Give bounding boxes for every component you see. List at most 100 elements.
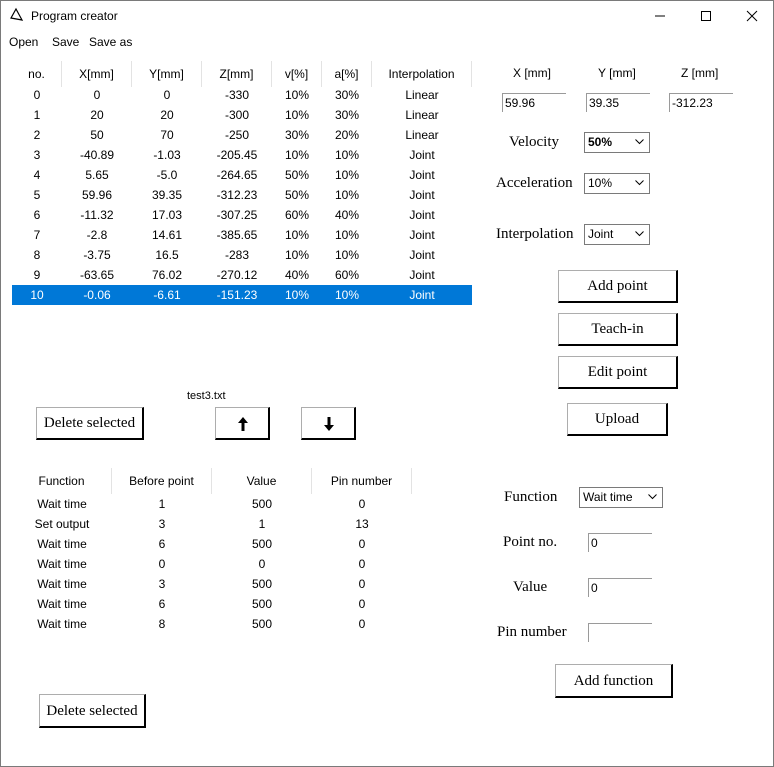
points-column-header: v[%] [272,61,322,87]
points-table-row[interactable]: 5 59.96 39.35 -312.23 50% 10% Joint [12,185,472,205]
points-table[interactable]: no. X[mm] Y[mm] Z[mm] v[%] a[%] Interpolation 0… [12,61,472,309]
function-select[interactable]: Wait time [579,487,663,508]
functions-table-cell: 0 [358,597,366,611]
title-bar: Program creator [1,1,773,31]
chevron-down-icon [635,231,644,237]
points-table-row[interactable]: 3 -40.89 -1.03 -205.45 10% 10% Joint [12,145,472,165]
functions-table-row[interactable]: Wait time 1 500 0 [12,494,412,514]
functions-table-row[interactable]: Wait time 8 500 0 [12,614,412,634]
menu-save-as[interactable]: Save as [89,35,132,49]
points-table-cell: -330 [224,88,250,102]
minimize-button[interactable] [637,1,683,31]
points-column-header: Y[mm] [132,61,202,87]
points-table-row[interactable]: 4 5.65 -5.0 -264.65 50% 10% Joint [12,165,472,185]
functions-table-cell: 6 [158,537,166,551]
point-no-input[interactable]: 0 [588,533,652,552]
points-table-row[interactable]: 7 -2.8 14.61 -385.65 10% 10% Joint [12,225,472,245]
points-column-header: a[%] [322,61,372,87]
points-table-cell: 1 [33,108,41,122]
delete-selected-functions-button[interactable]: Delete selected [39,694,146,728]
points-table-cell: Joint [409,208,435,222]
points-table-cell: Joint [409,248,435,262]
pin-number-input[interactable] [588,623,652,642]
points-table-cell: 10% [334,228,360,242]
points-table-cell: 3 [33,148,41,162]
functions-table-cell: 3 [158,577,166,591]
acceleration-select[interactable]: 10% [584,173,650,194]
x-label: X [mm] [513,66,551,80]
value-input[interactable]: 0 [588,578,652,597]
points-table-cell: -151.23 [216,288,258,302]
points-table-cell: Joint [409,168,435,182]
points-column-header: Interpolation [372,61,472,87]
menu-save[interactable]: Save [52,35,79,49]
points-table-row[interactable]: 0 0 0 -330 10% 30% Linear [12,85,472,105]
x-input[interactable]: 59.96 [502,93,566,112]
points-table-cell: Joint [409,288,435,302]
points-table-cell: 0 [33,88,41,102]
points-table-cell: 14.61 [151,228,183,242]
move-down-button[interactable] [301,407,356,440]
functions-table-row[interactable]: Wait time 6 500 0 [12,594,412,614]
functions-column-header: Value [212,468,312,494]
points-table-cell: 40% [284,268,310,282]
upload-button[interactable]: Upload [567,403,668,436]
points-table-row[interactable]: 10 -0.06 -6.61 -151.23 10% 10% Joint [12,285,472,305]
arrow-up-icon [238,417,248,431]
functions-table-row[interactable]: Wait time 0 0 0 [12,554,412,574]
move-up-button[interactable] [215,407,270,440]
points-table-cell: 50% [284,188,310,202]
points-table-cell: -63.65 [79,268,115,282]
maximize-icon [701,11,711,21]
app-triangle-icon [9,7,25,23]
interpolation-select[interactable]: Joint [584,224,650,245]
points-table-cell: 10% [284,148,310,162]
points-table-cell: Joint [409,268,435,282]
add-point-button[interactable]: Add point [558,270,678,303]
teach-in-button[interactable]: Teach-in [558,313,678,346]
points-table-cell: 59.96 [81,188,113,202]
points-table-cell: 16.5 [155,248,179,262]
functions-table[interactable]: Function Before point Value Pin number Wait … [12,468,412,638]
maximize-button[interactable] [683,1,729,31]
functions-table-cell: 0 [358,617,366,631]
add-function-button[interactable]: Add function [555,664,673,698]
functions-table-cell: Set output [34,517,90,531]
function-value: Wait time [583,490,633,504]
z-input[interactable]: -312.23 [669,93,733,112]
velocity-value: 50% [588,135,613,149]
points-table-cell: 4 [33,168,41,182]
points-table-cell: 10% [334,188,360,202]
velocity-select[interactable]: 50% [584,132,650,153]
functions-table-row[interactable]: Set output 3 1 13 [12,514,412,534]
points-table-row[interactable]: 2 50 70 -250 30% 20% Linear [12,125,472,145]
functions-table-row[interactable]: Wait time 3 500 0 [12,574,412,594]
teach-in-label: Teach-in [591,321,644,337]
functions-table-cell: 0 [358,537,366,551]
delete-selected-points-button[interactable]: Delete selected [36,407,144,440]
functions-table-cell: 8 [158,617,166,631]
functions-table-cell: 500 [251,617,273,631]
y-input[interactable]: 39.35 [586,93,650,112]
menu-open[interactable]: Open [9,35,38,49]
functions-table-cell: 6 [158,597,166,611]
functions-table-cell: 1 [258,517,266,531]
functions-table-row[interactable]: Wait time 6 500 0 [12,534,412,554]
points-table-row[interactable]: 6 -11.32 17.03 -307.25 60% 40% Joint [12,205,472,225]
edit-point-label: Edit point [587,364,648,380]
close-button[interactable] [729,1,774,31]
points-table-row[interactable]: 9 -63.65 76.02 -270.12 40% 60% Joint [12,265,472,285]
acceleration-value: 10% [588,176,613,190]
delete-points-label: Delete selected [43,415,136,431]
points-table-row[interactable]: 8 -3.75 16.5 -283 10% 10% Joint [12,245,472,265]
points-table-cell: 39.35 [151,188,183,202]
points-table-cell: -312.23 [216,188,258,202]
points-table-row[interactable]: 1 20 20 -300 10% 30% Linear [12,105,472,125]
points-table-cell: -0.06 [83,288,111,302]
points-table-cell: 5.65 [85,168,109,182]
points-table-cell: Linear [405,128,439,142]
edit-point-button[interactable]: Edit point [558,356,678,389]
functions-table-cell: Wait time [37,497,87,511]
points-table-cell: 70 [160,128,174,142]
chevron-down-icon [635,139,644,145]
